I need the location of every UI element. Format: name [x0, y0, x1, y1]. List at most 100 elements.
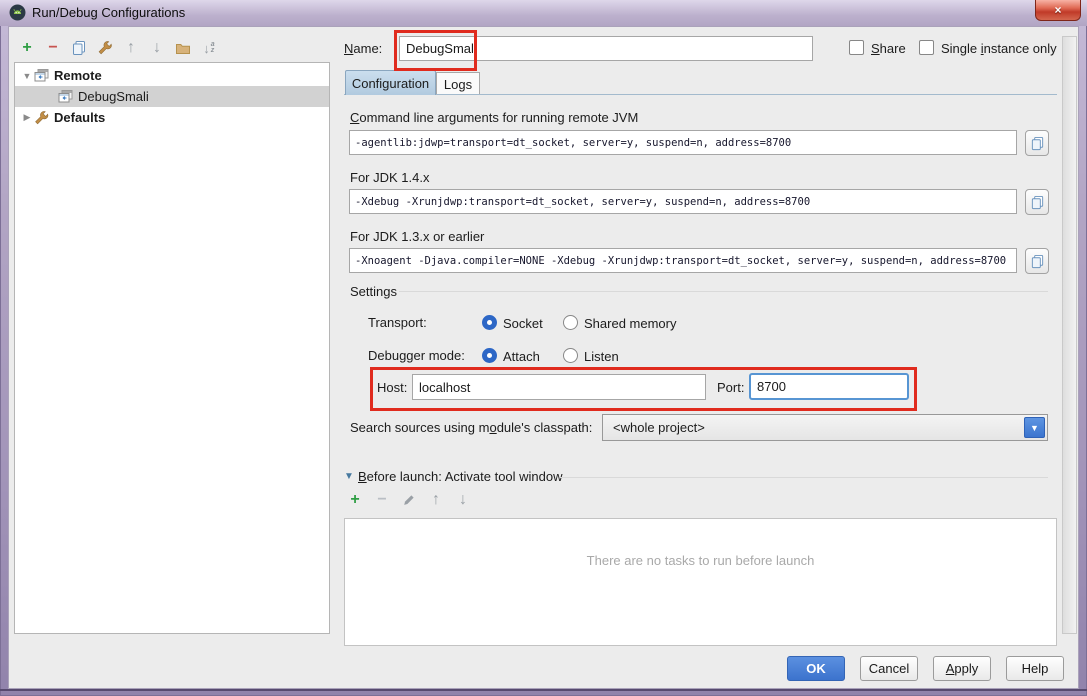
tree-item-label: Defaults [54, 110, 106, 125]
sort-az-icon: az [210, 41, 215, 54]
search-sources-label: Search sources using module's classpath: [350, 420, 593, 435]
transport-socket-label[interactable]: Socket [503, 316, 543, 331]
debugger-attach-label[interactable]: Attach [503, 349, 540, 364]
expanded-triangle-icon[interactable]: ▼ [21, 71, 33, 81]
cancel-button[interactable]: Cancel [860, 656, 918, 681]
sort-configurations-button[interactable]: ↓ az [200, 39, 218, 57]
single-instance-checkbox[interactable] [919, 40, 934, 55]
transport-shared-memory-radio[interactable] [563, 315, 578, 330]
titlebar[interactable]: Run/Debug Configurations × [0, 0, 1087, 26]
transport-socket-radio[interactable] [482, 315, 497, 330]
port-input[interactable] [749, 373, 909, 400]
tree-item-debugsmali[interactable]: DebugSmali [15, 86, 329, 107]
cmdline-label: Command line arguments for running remot… [350, 110, 639, 125]
wrench-icon [35, 110, 49, 124]
tree-item-label: DebugSmali [78, 89, 149, 104]
pencil-icon [404, 495, 414, 505]
jdk13-label: For JDK 1.3.x or earlier [350, 229, 485, 244]
debugger-listen-label[interactable]: Listen [584, 349, 619, 364]
debugger-mode-label: Debugger mode: [368, 348, 465, 363]
copy-icon [73, 41, 85, 55]
arrow-down-icon: ↓ [459, 491, 467, 508]
jdk13-input[interactable] [349, 248, 1017, 273]
edit-task-button[interactable] [400, 491, 418, 509]
sort-arrow-icon: ↓ [203, 40, 210, 56]
share-label[interactable]: Share [871, 41, 906, 56]
debugger-attach-radio[interactable] [482, 348, 497, 363]
run-debug-configurations-dialog: Run/Debug Configurations × + − ↑ ↓ ↓ a z… [0, 0, 1087, 696]
transport-shared-memory-label[interactable]: Shared memory [584, 316, 676, 331]
search-sources-value: <whole project> [613, 420, 705, 435]
before-launch-expander-icon[interactable]: ▼ [344, 471, 354, 482]
before-launch-divider [560, 477, 1048, 478]
move-task-down-button[interactable]: ↓ [454, 491, 472, 509]
copy-cmdline-button[interactable] [1025, 130, 1049, 156]
name-label: Name: [344, 41, 383, 56]
settings-divider [399, 291, 1048, 292]
cmdline-input[interactable] [349, 130, 1017, 155]
settings-group-label: Settings [350, 284, 397, 299]
android-studio-icon [9, 4, 26, 21]
before-launch-toolbar: + − ↑ ↓ [346, 491, 472, 509]
ok-button[interactable]: OK [787, 656, 845, 681]
remove-task-button[interactable]: − [373, 491, 391, 509]
configurations-toolbar: + − ↑ ↓ ↓ az [18, 39, 218, 57]
dropdown-arrow-button[interactable]: ▼ [1024, 417, 1045, 438]
arrow-down-icon: ↓ [153, 39, 161, 56]
apply-button[interactable]: Apply [933, 656, 991, 681]
folder-icon [176, 44, 190, 54]
no-tasks-message: There are no tasks to run before launch [586, 553, 815, 568]
arrow-up-icon: ↑ [127, 39, 135, 56]
tree-item-remote[interactable]: ▼ Remote [15, 65, 329, 86]
move-up-button[interactable]: ↑ [122, 39, 140, 57]
close-button[interactable]: × [1035, 0, 1081, 21]
transport-label: Transport: [368, 315, 427, 330]
host-label: Host: [377, 380, 408, 395]
jdk14-input[interactable] [349, 189, 1017, 214]
share-checkbox[interactable] [849, 40, 864, 55]
search-sources-dropdown[interactable]: <whole project> ▼ [602, 414, 1048, 441]
minus-icon: − [48, 39, 58, 56]
arrow-up-icon: ↑ [432, 491, 440, 508]
minus-icon: − [377, 491, 387, 508]
plus-icon: + [350, 491, 360, 508]
close-icon: × [1054, 3, 1062, 17]
copy-icon [1031, 195, 1043, 209]
before-launch-task-list [344, 518, 1057, 646]
copy-jdk14-button[interactable] [1025, 189, 1049, 215]
configurations-tree: ▼ Remote DebugSmali ▶ Defaults [14, 62, 330, 634]
jdk14-label: For JDK 1.4.x [350, 170, 430, 185]
copy-icon [1031, 136, 1043, 150]
add-configuration-button[interactable]: + [18, 39, 36, 57]
remove-configuration-button[interactable]: − [44, 39, 62, 57]
chevron-down-icon: ▼ [1030, 422, 1039, 433]
copy-configuration-button[interactable] [70, 39, 88, 57]
vertical-scrollbar[interactable] [1062, 36, 1077, 634]
tree-item-defaults[interactable]: ▶ Defaults [15, 107, 329, 128]
tree-item-label: Remote [54, 68, 102, 83]
debugger-listen-radio[interactable] [563, 348, 578, 363]
tab-logs[interactable]: Logs [436, 72, 480, 95]
edit-defaults-button[interactable] [96, 39, 114, 57]
wrench-icon [98, 41, 112, 55]
before-launch-title: Before launch: Activate tool window [358, 469, 563, 484]
single-instance-label[interactable]: Single instance only [941, 41, 1057, 56]
help-button[interactable]: Help [1006, 656, 1064, 681]
window-bottom-edge [0, 689, 1087, 691]
host-input[interactable] [412, 374, 706, 400]
tab-underline [344, 94, 1057, 95]
window-title: Run/Debug Configurations [32, 5, 186, 20]
move-task-up-button[interactable]: ↑ [427, 491, 445, 509]
name-input[interactable] [399, 36, 813, 61]
remote-config-icon [34, 68, 49, 81]
remote-config-icon [58, 89, 73, 102]
collapsed-triangle-icon[interactable]: ▶ [21, 112, 33, 123]
copy-icon [1031, 254, 1043, 268]
port-label: Port: [717, 380, 745, 395]
add-task-button[interactable]: + [346, 491, 364, 509]
plus-icon: + [22, 39, 32, 56]
copy-jdk13-button[interactable] [1025, 248, 1049, 274]
move-down-button[interactable]: ↓ [148, 39, 166, 57]
tab-configuration[interactable]: Configuration [345, 70, 436, 95]
create-folder-button[interactable] [174, 39, 192, 57]
